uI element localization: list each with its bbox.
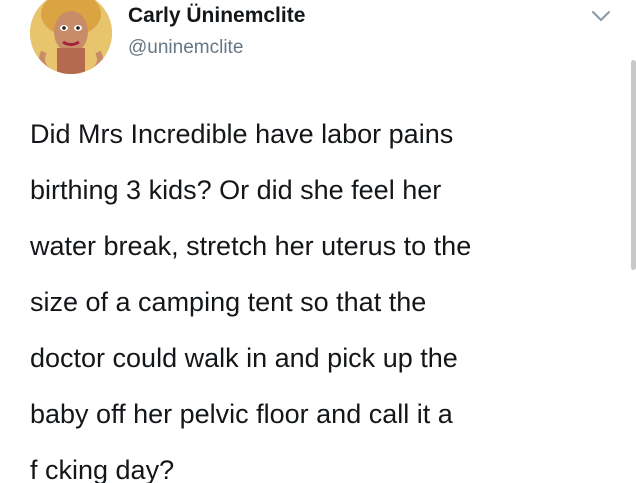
tweet-text-line: f cking day? (30, 455, 175, 483)
avatar[interactable] (30, 0, 112, 74)
cropped-header-fragment (492, 0, 572, 4)
display-name[interactable]: Carly Üninemclite (128, 4, 305, 28)
avatar-image (30, 0, 112, 74)
user-handle[interactable]: @uninemclite (128, 37, 243, 59)
tweet-card: Carly Üninemclite @uninemclite Did Mrs I… (0, 0, 636, 483)
tweet-text: Did Mrs Incredible have labor pains birt… (30, 106, 620, 483)
tweet-text-line: water break, stretch her uterus to the (30, 231, 472, 261)
tweet-text-line: doctor could walk in and pick up the (30, 343, 458, 373)
tweet-text-line: baby off her pelvic floor and call it a (30, 399, 453, 429)
tweet-text-line: size of a camping tent so that the (30, 287, 427, 317)
scrollbar[interactable] (631, 60, 636, 270)
tweet-text-line: birthing 3 kids? Or did she feel her (30, 175, 442, 205)
tweet-text-line: Did Mrs Incredible have labor pains (30, 119, 454, 149)
chevron-down-icon[interactable] (590, 8, 612, 24)
